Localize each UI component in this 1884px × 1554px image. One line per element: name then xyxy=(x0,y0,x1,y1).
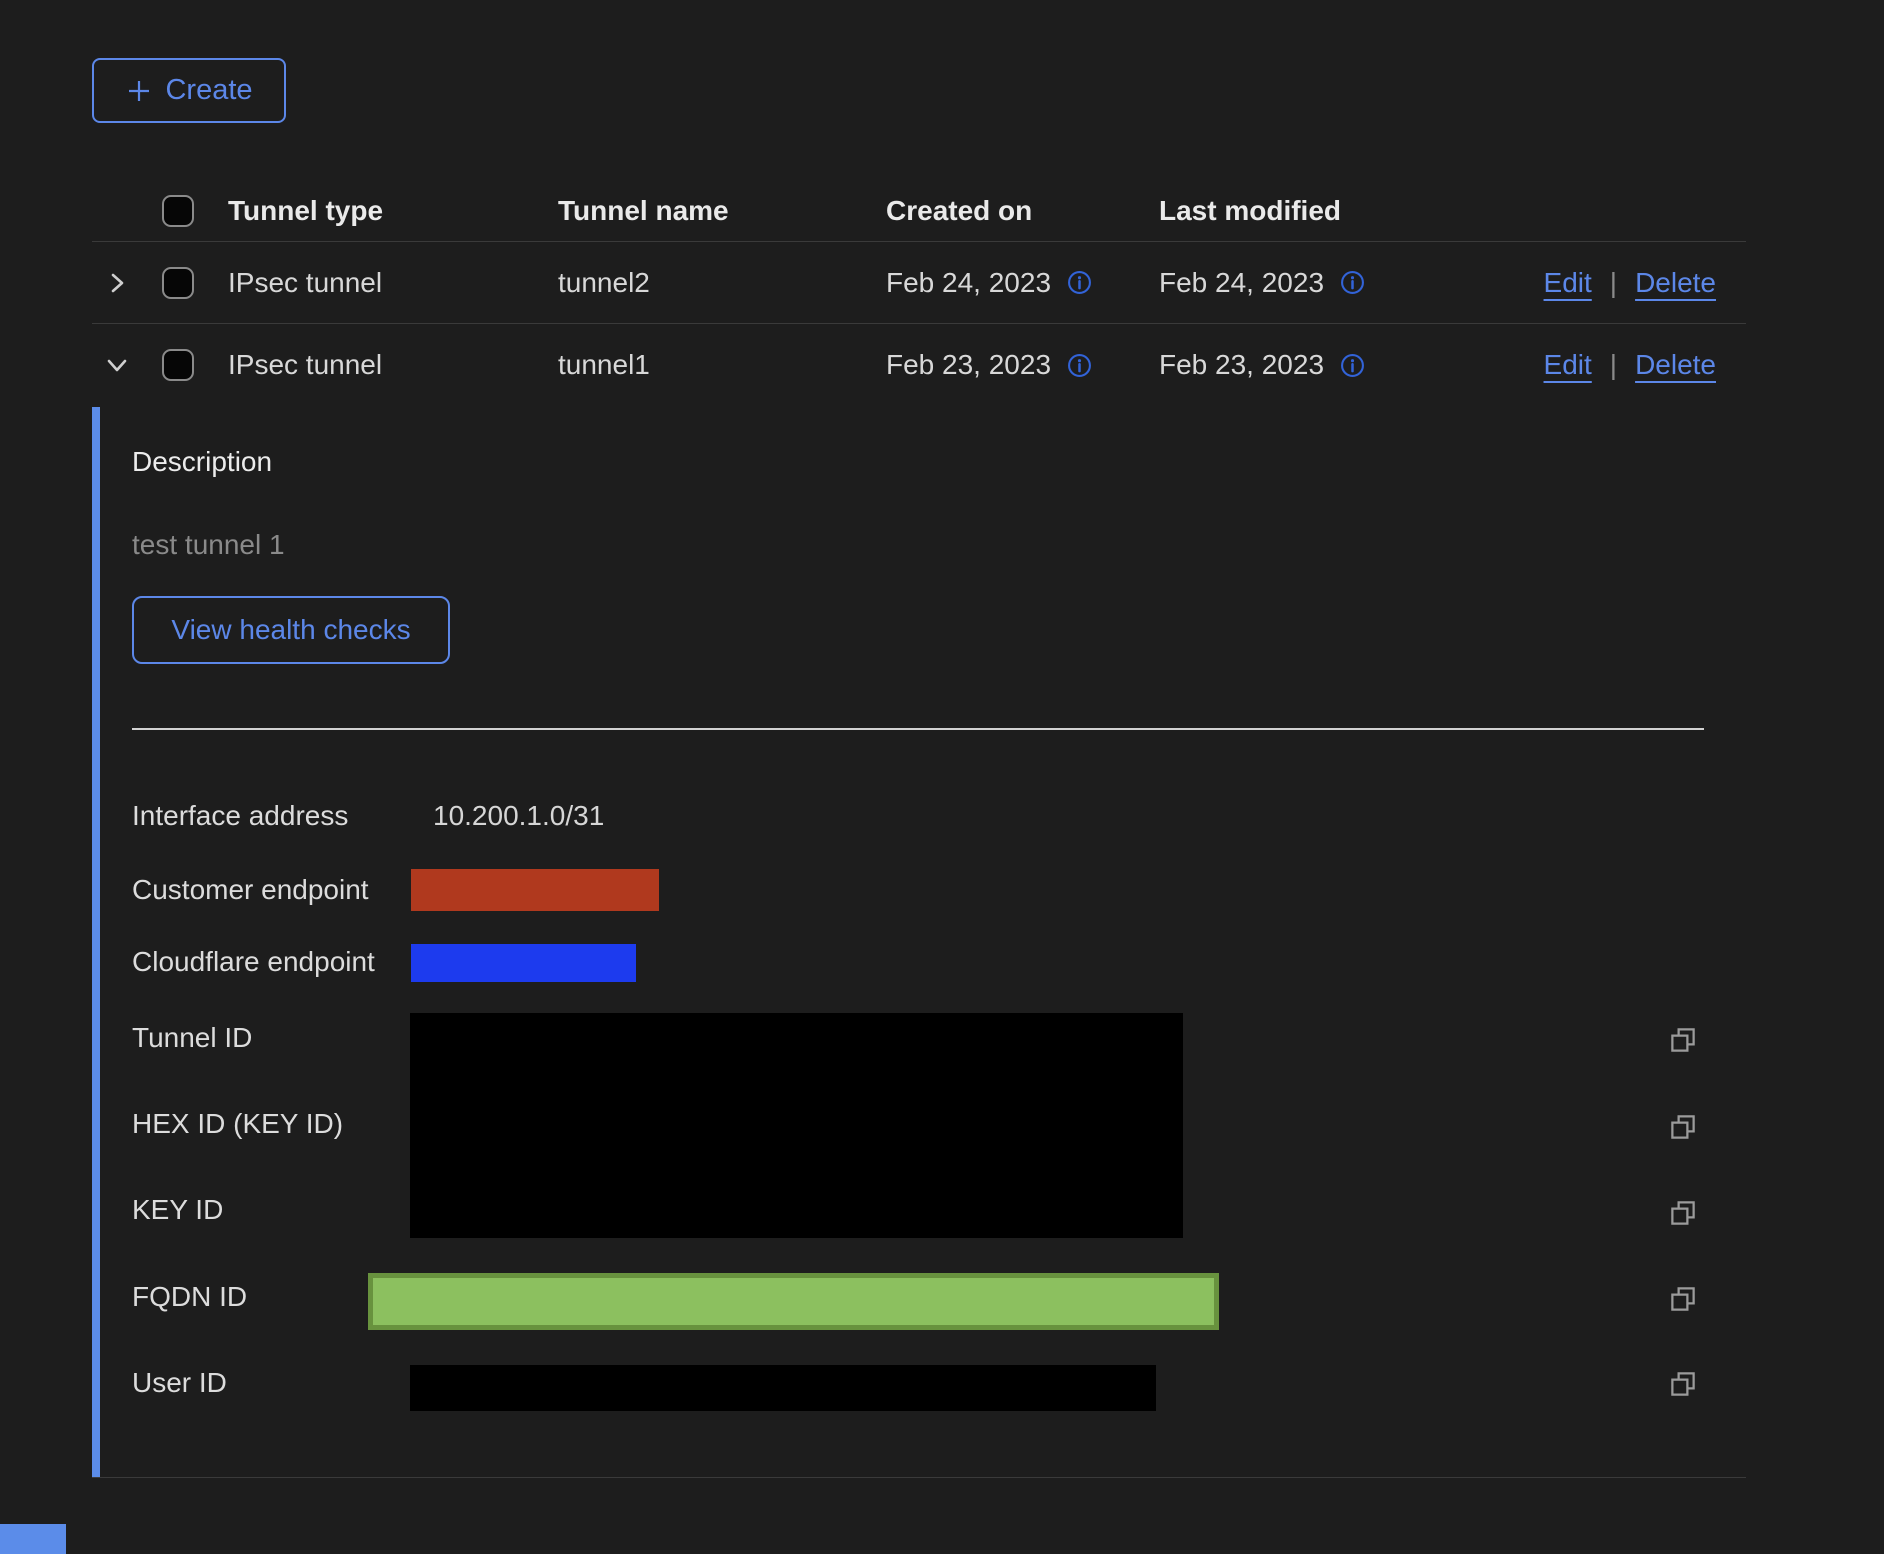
edit-link[interactable]: Edit xyxy=(1544,267,1592,299)
ids-redaction-block xyxy=(410,1013,1183,1238)
copy-icon xyxy=(1668,1284,1698,1314)
hex-id-label: HEX ID (KEY ID) xyxy=(132,1107,343,1141)
header-created-on: Created on xyxy=(886,195,1159,227)
copy-fqdn-id-button[interactable] xyxy=(1668,1284,1698,1314)
tunnels-page: Create Tunnel type Tunnel name Created o… xyxy=(0,0,1884,1554)
customer-endpoint-label: Customer endpoint xyxy=(132,873,369,907)
actions-separator: | xyxy=(1610,349,1617,381)
tunnel-name-cell: tunnel1 xyxy=(558,349,886,381)
copy-icon xyxy=(1668,1369,1698,1399)
bottom-left-accent-fragment xyxy=(0,1524,66,1554)
copy-key-id-button[interactable] xyxy=(1668,1198,1698,1228)
copy-icon xyxy=(1668,1025,1698,1055)
select-all-checkbox[interactable] xyxy=(162,195,194,227)
created-on-cell: Feb 23, 2023 xyxy=(886,349,1051,381)
user-id-redaction xyxy=(410,1365,1156,1411)
copy-hex-id-button[interactable] xyxy=(1668,1112,1698,1142)
interface-address-value: 10.200.1.0/31 xyxy=(433,799,604,833)
expanded-panel-bottom-border xyxy=(92,1477,1746,1478)
row-checkbox[interactable] xyxy=(162,349,194,381)
chevron-down-icon xyxy=(104,352,130,378)
key-id-label: KEY ID xyxy=(132,1193,223,1227)
last-modified-cell: Feb 24, 2023 xyxy=(1159,267,1324,299)
fqdn-id-label: FQDN ID xyxy=(132,1280,247,1314)
copy-user-id-button[interactable] xyxy=(1668,1369,1698,1399)
tunnels-table: Tunnel type Tunnel name Created on Last … xyxy=(92,180,1746,406)
last-modified-cell: Feb 23, 2023 xyxy=(1159,349,1324,381)
tunnel-type-cell: IPsec tunnel xyxy=(228,267,558,299)
row-checkbox[interactable] xyxy=(162,267,194,299)
tunnel-type-cell: IPsec tunnel xyxy=(228,349,558,381)
info-icon[interactable] xyxy=(1067,353,1092,378)
expand-row-button[interactable] xyxy=(104,270,130,296)
table-header-row: Tunnel type Tunnel name Created on Last … xyxy=(92,180,1746,242)
create-button[interactable]: Create xyxy=(92,58,286,123)
cloudflare-endpoint-label: Cloudflare endpoint xyxy=(132,945,375,979)
description-value: test tunnel 1 xyxy=(132,529,285,561)
chevron-right-icon xyxy=(104,270,130,296)
user-id-label: User ID xyxy=(132,1366,227,1400)
expanded-row-accent-bar xyxy=(92,407,100,1478)
header-last-modified: Last modified xyxy=(1159,195,1459,227)
info-icon[interactable] xyxy=(1067,270,1092,295)
created-on-cell: Feb 24, 2023 xyxy=(886,267,1051,299)
actions-separator: | xyxy=(1610,267,1617,299)
delete-link[interactable]: Delete xyxy=(1635,349,1716,381)
copy-icon xyxy=(1668,1112,1698,1142)
table-row-tunnel2: IPsec tunnel tunnel2 Feb 24, 2023 Feb 24… xyxy=(92,242,1746,324)
plus-icon xyxy=(125,77,153,105)
create-button-label: Create xyxy=(165,74,252,107)
description-label: Description xyxy=(132,446,272,478)
header-checkbox-cell xyxy=(162,195,228,227)
edit-link[interactable]: Edit xyxy=(1544,349,1592,381)
section-divider xyxy=(132,728,1704,730)
fqdn-id-redaction xyxy=(368,1273,1219,1330)
delete-link[interactable]: Delete xyxy=(1635,267,1716,299)
info-icon[interactable] xyxy=(1340,270,1365,295)
info-icon[interactable] xyxy=(1340,353,1365,378)
tunnel-name-cell: tunnel2 xyxy=(558,267,886,299)
collapse-row-button[interactable] xyxy=(104,352,130,378)
view-health-checks-button[interactable]: View health checks xyxy=(132,596,450,664)
table-row-tunnel1: IPsec tunnel tunnel1 Feb 23, 2023 Feb 23… xyxy=(92,324,1746,406)
customer-endpoint-redaction xyxy=(411,869,659,911)
header-tunnel-name: Tunnel name xyxy=(558,195,886,227)
header-tunnel-type: Tunnel type xyxy=(228,195,558,227)
cloudflare-endpoint-redaction xyxy=(411,944,636,982)
copy-tunnel-id-button[interactable] xyxy=(1668,1025,1698,1055)
copy-icon xyxy=(1668,1198,1698,1228)
tunnel-id-label: Tunnel ID xyxy=(132,1021,252,1055)
interface-address-label: Interface address xyxy=(132,799,348,833)
